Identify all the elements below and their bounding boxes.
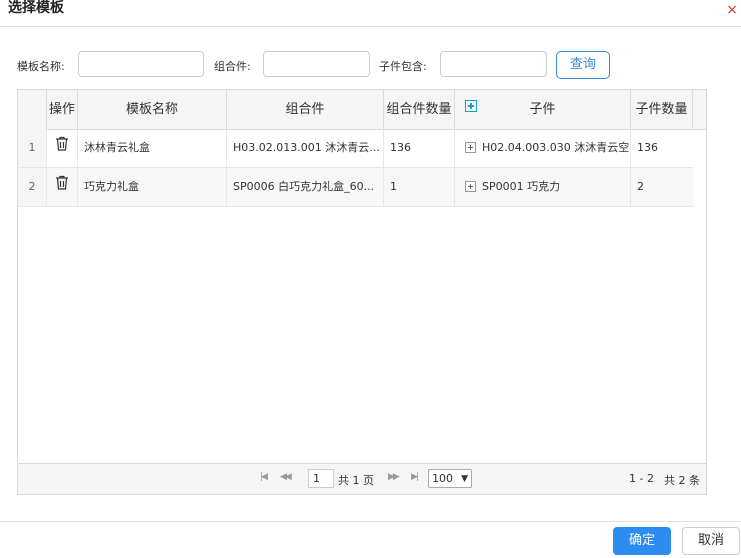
close-icon[interactable]: × [726, 2, 738, 18]
delete-cell [47, 168, 78, 206]
child-contains-label: 子件包含: [379, 60, 427, 73]
last-page-icon[interactable]: ▶| [411, 472, 419, 482]
header-child-qty[interactable]: 子件数量 [631, 90, 693, 129]
row-number: 1 [18, 129, 47, 167]
child-cell-text: H02.04.003.030 沐沐青云空: [482, 141, 631, 154]
header-actions: 操作 [47, 90, 78, 129]
header-child[interactable]: 子件 [455, 90, 631, 129]
next-page-icon[interactable]: ▶▶ [388, 472, 400, 482]
delete-cell [47, 129, 78, 167]
assembly-label: 组合件: [214, 60, 251, 73]
child-cell-text: SP0001 巧克力 [482, 180, 561, 193]
grid-header: 操作 模板名称 组合件 组合件数量 子件 子件数量 [18, 90, 706, 130]
assembly-qty-cell: 1 [384, 168, 455, 206]
expand-all-icon[interactable] [465, 100, 477, 112]
page-size-select[interactable]: 100 ▼ [428, 469, 472, 488]
query-button[interactable]: 查询 [556, 51, 610, 79]
page-number-input[interactable]: 1 [308, 469, 334, 488]
child-contains-input[interactable] [440, 51, 547, 77]
cancel-button[interactable]: 取消 [682, 527, 740, 555]
first-page-icon[interactable]: |◀ [260, 472, 268, 482]
header-assembly-qty[interactable]: 组合件数量 [384, 90, 455, 129]
table-row[interactable]: 2 巧克力礼盒 SP0006 白巧克力礼盒_60... 1 SP0001 巧克力… [18, 168, 693, 207]
template-grid: 操作 模板名称 组合件 组合件数量 子件 子件数量 1 沐林青云礼盒 H03.0… [17, 89, 707, 495]
expand-row-icon[interactable] [465, 141, 476, 153]
child-qty-cell: 136 [637, 141, 658, 154]
title-divider [0, 26, 741, 27]
total-count-text: 共 2 条 [664, 474, 700, 487]
child-cell: SP0001 巧克力 [455, 168, 631, 206]
page-size-value: 100 [432, 472, 453, 485]
trash-icon[interactable] [55, 168, 69, 206]
footer-divider [0, 521, 741, 522]
filter-bar: 模板名称: 组合件: 子件包含: 查询 [0, 51, 741, 79]
pagination-bar: |◀ ◀◀ 1 共 1 页 ▶▶ ▶| 100 ▼ 1 - 2 共 2 条 [18, 463, 706, 494]
prev-page-icon[interactable]: ◀◀ [280, 472, 292, 482]
confirm-button[interactable]: 确定 [613, 527, 671, 555]
total-pages-text: 共 1 页 [338, 474, 374, 487]
child-qty-cell: 2 [637, 180, 644, 193]
dialog-title: 选择模板 [8, 0, 64, 16]
template-name-cell: 巧克力礼盒 [78, 168, 227, 206]
row-number: 2 [18, 168, 47, 206]
header-assembly[interactable]: 组合件 [227, 90, 384, 129]
assembly-cell: H03.02.013.001 沐沐青云... [227, 129, 384, 167]
assembly-cell: SP0006 白巧克力礼盒_60... [227, 168, 384, 206]
child-cell: H02.04.003.030 沐沐青云空: [455, 129, 631, 167]
chevron-down-icon: ▼ [461, 474, 468, 484]
header-rownum [18, 90, 47, 129]
header-template-name[interactable]: 模板名称 [78, 90, 227, 129]
table-row[interactable]: 1 沐林青云礼盒 H03.02.013.001 沐沐青云... 136 H02.… [18, 129, 693, 168]
template-name-input[interactable] [78, 51, 204, 77]
header-child-label: 子件 [529, 102, 556, 117]
assembly-qty-cell: 136 [384, 129, 455, 167]
header-scroll-spacer [693, 90, 706, 129]
range-text: 1 - 2 [629, 472, 654, 485]
template-name-cell: 沐林青云礼盒 [78, 129, 227, 167]
template-name-label: 模板名称: [17, 60, 65, 73]
expand-row-icon[interactable] [465, 180, 476, 192]
assembly-input[interactable] [263, 51, 370, 77]
trash-icon[interactable] [55, 129, 69, 167]
